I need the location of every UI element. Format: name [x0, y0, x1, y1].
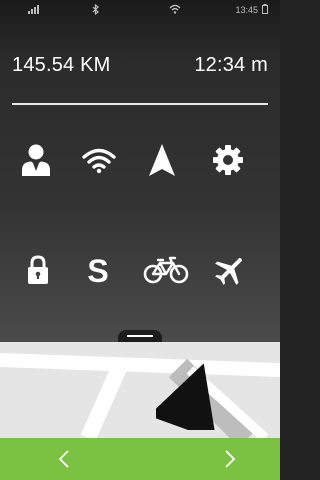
divider	[12, 103, 268, 105]
gear-icon	[213, 145, 243, 175]
bottom-nav-bar	[0, 438, 280, 480]
navigation-arrow-icon	[156, 363, 217, 430]
map-roads	[0, 342, 280, 438]
lock-button[interactable]	[18, 250, 58, 290]
airplane-icon	[215, 257, 243, 285]
s-icon: S	[87, 255, 108, 285]
chevron-right-icon	[225, 450, 236, 468]
distance-value: 145.54 KM	[12, 54, 111, 76]
svg-text:S: S	[87, 255, 108, 285]
drawer-handle-bar	[127, 335, 153, 337]
prev-button[interactable]	[52, 448, 76, 470]
control-panel: 13:45 145.54 KM 12:34 m S	[0, 0, 280, 344]
chevron-left-icon	[58, 450, 69, 468]
airplane-button[interactable]	[210, 250, 250, 290]
s-button[interactable]: S	[78, 250, 118, 290]
bluetooth-icon	[92, 4, 99, 15]
settings-button[interactable]	[208, 140, 248, 180]
duration-value: 12:34 m	[194, 54, 268, 76]
wifi-icon	[82, 148, 116, 174]
navigation-arrow-icon	[149, 144, 175, 176]
bicycle-button[interactable]	[142, 250, 190, 290]
lock-icon	[28, 255, 48, 284]
status-bar: 13:45	[0, 0, 280, 20]
navigation-button[interactable]	[142, 140, 182, 180]
person-icon	[22, 144, 50, 176]
status-time: 13:45	[235, 5, 258, 15]
next-button[interactable]	[218, 448, 242, 470]
signal-icon	[28, 5, 39, 14]
bicycle-icon	[143, 256, 189, 284]
wifi-icon	[169, 4, 181, 14]
map-view[interactable]	[0, 342, 280, 438]
wifi-button[interactable]	[79, 140, 119, 180]
battery-icon	[262, 4, 268, 14]
profile-button[interactable]	[16, 140, 56, 180]
